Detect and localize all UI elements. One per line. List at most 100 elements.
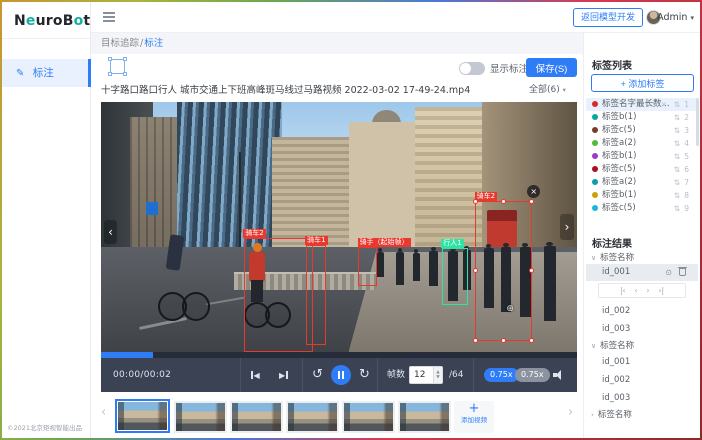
filter-dropdown[interactable]: 全部(6) ▾ (529, 82, 566, 95)
rewind-10-icon[interactable]: ↺ (312, 358, 323, 392)
resize-handle[interactable] (473, 199, 478, 204)
pager-next-icon[interactable]: › (647, 283, 650, 298)
forward-10-icon[interactable]: ↻ (359, 358, 370, 392)
label-color-dot (592, 101, 598, 107)
label-row[interactable]: 标签a(2) ⇅ 7 (586, 176, 698, 189)
label-row[interactable]: 标签名字最长数... ✎ × ⇅ 1 (586, 98, 698, 111)
annotation-box[interactable]: 骑车1 (306, 245, 326, 345)
resize-handle[interactable] (529, 199, 534, 204)
resize-handle[interactable] (473, 268, 478, 273)
label-name: 标签c(5) (602, 203, 636, 213)
sort-icon[interactable]: ⇅ (674, 176, 680, 189)
result-item[interactable]: id_002 (586, 304, 698, 319)
pager-last-icon[interactable]: ›| (659, 283, 665, 298)
sort-icon[interactable]: ⇅ (674, 189, 680, 202)
resize-handle[interactable] (529, 338, 534, 343)
scrollbar[interactable] (696, 98, 699, 146)
annotation-label: 骑手（起始帧） (358, 238, 411, 247)
edit-icon[interactable]: ✎ (652, 98, 658, 111)
sort-icon[interactable]: ⇅ (674, 111, 680, 124)
add-video-label: 添加视频 (454, 417, 494, 424)
video-thumbnail[interactable] (398, 401, 451, 433)
label-shortcut: 6 (684, 163, 689, 176)
close-icon[interactable]: × (661, 98, 667, 111)
sidebar-item-annotate[interactable]: ✎ 标注 (2, 59, 91, 87)
add-label-button[interactable]: + 添加标签 (591, 74, 694, 92)
annotation-label: 行人1 (441, 239, 463, 248)
annotation-label: 骑车1 (305, 236, 327, 245)
resize-handle[interactable] (501, 199, 506, 204)
next-frame-button[interactable]: ▶ (279, 358, 288, 392)
logo-part: e (26, 13, 36, 29)
annotation-box[interactable]: 行人1 (442, 248, 469, 304)
result-group-header[interactable]: ∨标签名称 (586, 339, 698, 354)
sort-icon[interactable]: ⇅ (674, 124, 680, 137)
frame-pager: |‹ ‹ › ›| (598, 283, 686, 298)
video-next-chevron[interactable]: › (560, 214, 574, 240)
video-thumbnail[interactable] (286, 401, 339, 433)
pager-prev-icon[interactable]: ‹ (635, 283, 638, 298)
label-row[interactable]: 标签c(5) ⇅ 3 (586, 124, 698, 137)
video-thumbnail[interactable] (342, 401, 395, 433)
strip-prev-chevron[interactable]: ‹ (101, 405, 106, 420)
video-prev-chevron[interactable]: ‹ (104, 220, 117, 244)
label-row[interactable]: 标签c(5) ⇅ 9 (586, 202, 698, 215)
video-thumbnail[interactable] (174, 401, 227, 433)
window-frame: NeuroBot ✎ 标注 ©2021北京矩视智能出品 返回模型开发 Admin… (0, 0, 702, 440)
step-down-icon[interactable]: ▼ (436, 375, 439, 380)
result-group-header-collapsed[interactable]: ›标签名称 (586, 408, 698, 423)
annotation-box[interactable]: 骑手（起始帧） (358, 247, 377, 286)
strip-next-chevron[interactable]: › (568, 405, 573, 420)
delete-annotation-button[interactable]: × (527, 185, 540, 198)
pause-button[interactable] (331, 365, 351, 385)
collapse-menu-icon[interactable] (103, 12, 115, 22)
logo-part: o (74, 13, 84, 29)
volume-icon[interactable] (553, 370, 564, 380)
label-shortcut: 2 (684, 111, 689, 124)
resize-handle[interactable] (473, 338, 478, 343)
video-thumbnail[interactable] (230, 401, 283, 433)
video-canvas[interactable]: 骑车2 骑车1 骑手（起始帧） 行人1 骑车2 × ⊕ ‹ › (101, 102, 577, 352)
sort-icon[interactable]: ⇅ (674, 137, 680, 150)
resize-handle[interactable] (529, 268, 534, 273)
add-video-button[interactable]: + 添加视频 (454, 401, 494, 433)
label-color-dot (592, 205, 598, 211)
visibility-icon[interactable]: ⊙ (665, 264, 672, 281)
back-to-model-dev-button[interactable]: 返回模型开发 (573, 8, 643, 27)
label-color-dot (592, 179, 598, 185)
pager-first-icon[interactable]: |‹ (620, 283, 626, 298)
label-color-dot (592, 192, 598, 198)
time-display: 00:00/00:02 (113, 358, 171, 392)
resize-handle[interactable] (501, 338, 506, 343)
result-item[interactable]: id_002 (586, 373, 698, 388)
result-item[interactable]: id_001 (586, 355, 698, 370)
speed-pill-inactive[interactable]: 0.75x (515, 368, 550, 382)
sort-icon[interactable]: ⇅ (674, 163, 680, 176)
annotation-box-selected[interactable]: 骑车2 × ⊕ (475, 201, 532, 341)
sort-icon[interactable]: ⇅ (674, 150, 680, 163)
user-menu[interactable]: Admin ▾ (657, 12, 694, 23)
show-annotations-toggle[interactable] (459, 62, 485, 75)
trash-icon[interactable] (679, 268, 686, 276)
save-button[interactable]: 保存(S) (526, 58, 577, 77)
label-row[interactable]: 标签b(1) ⇅ 2 (586, 111, 698, 124)
sort-icon[interactable]: ⇅ (674, 98, 680, 111)
label-row[interactable]: 标签c(5) ⇅ 6 (586, 163, 698, 176)
breadcrumb-current[interactable]: 标注 (144, 38, 163, 49)
label-row[interactable]: 标签b(1) ⇅ 5 (586, 150, 698, 163)
frame-stepper[interactable]: ▲▼ (433, 367, 442, 383)
breadcrumb-section[interactable]: 目标追踪 (101, 38, 139, 49)
label-row[interactable]: 标签b(1) ⇅ 8 (586, 189, 698, 202)
video-thumbnail-selected[interactable] (115, 399, 170, 433)
result-item[interactable]: id_003 (586, 322, 698, 337)
sort-icon[interactable]: ⇅ (674, 202, 680, 215)
label-color-dot (592, 127, 598, 133)
prev-frame-button[interactable]: ◀ (251, 358, 260, 392)
label-shortcut: 3 (684, 124, 689, 137)
label-row[interactable]: 标签a(2) ⇅ 4 (586, 137, 698, 150)
speed-pill-active[interactable]: 0.75x (484, 368, 519, 382)
result-item[interactable]: id_003 (586, 391, 698, 406)
rect-select-tool-icon[interactable] (110, 59, 125, 74)
annotation-box[interactable]: 骑车2 (244, 238, 313, 352)
result-item-selected[interactable]: id_001 ⊙ (586, 264, 698, 281)
